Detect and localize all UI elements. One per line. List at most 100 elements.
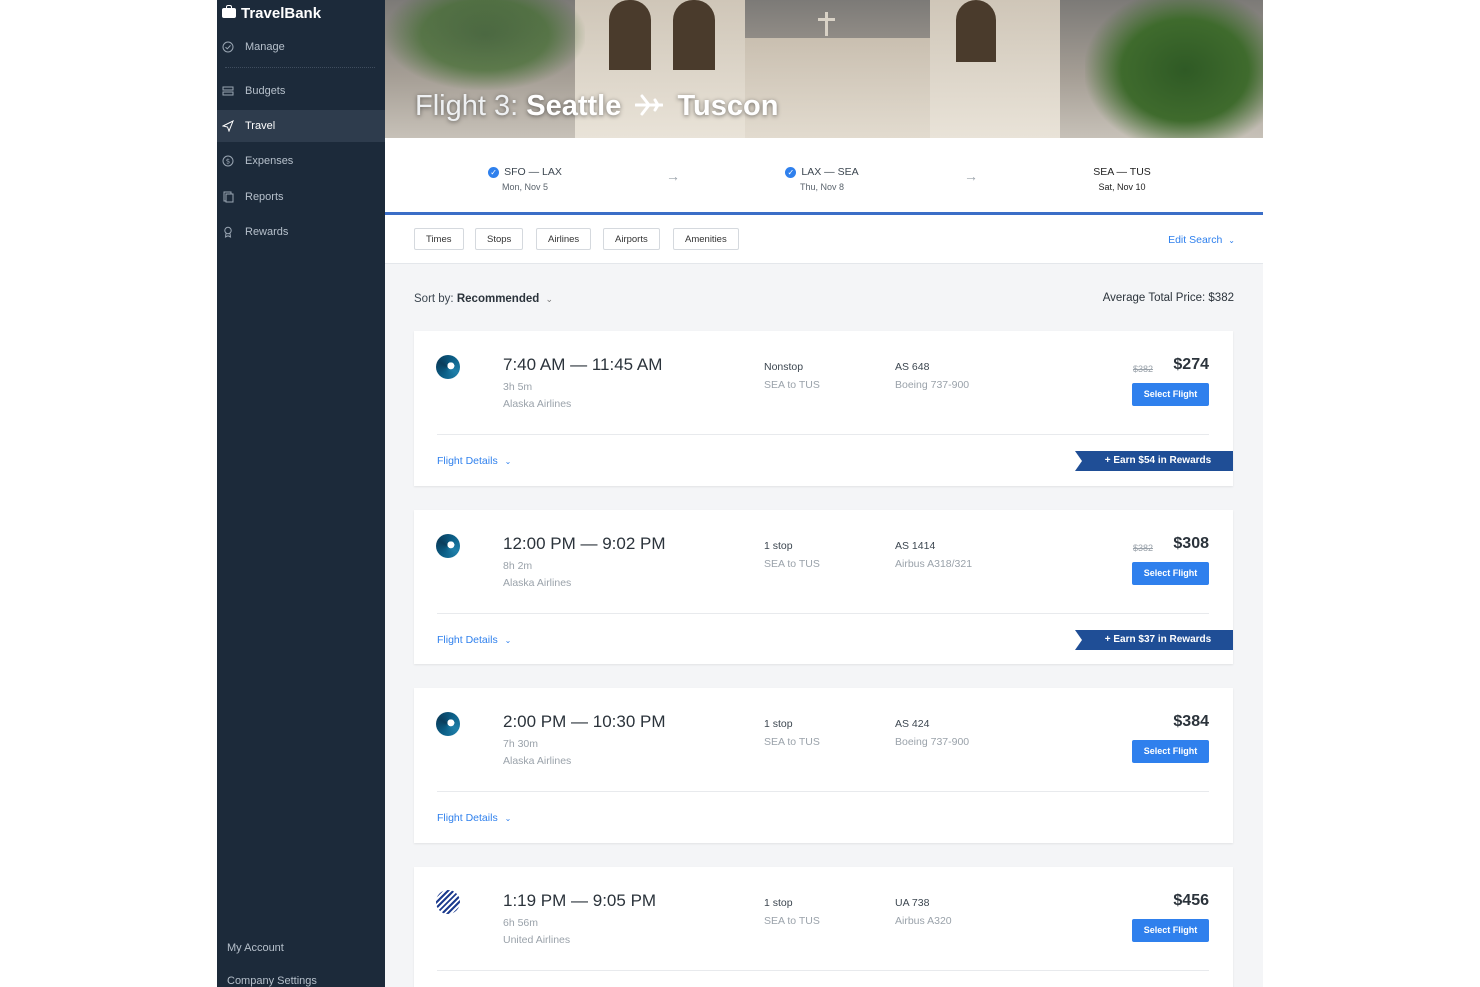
flight-times: 12:00 PM — 9:02 PM (503, 534, 666, 553)
company-settings-link[interactable]: Company Settings (227, 975, 317, 987)
flight-stops: 1 stop (764, 718, 793, 730)
flight-stops: 1 stop (764, 540, 793, 552)
filter-airports-button[interactable]: Airports (603, 228, 660, 250)
card-divider (437, 613, 1209, 614)
flight-number: UA 738 (895, 897, 930, 909)
flight-details-label: Flight Details (437, 812, 498, 824)
sidebar-item-label: Expenses (245, 155, 294, 167)
destination-city: Tuscon (677, 90, 779, 122)
airline-name: Alaska Airlines (503, 577, 572, 589)
sidebar-item-label: Budgets (245, 85, 286, 97)
arrow-right-icon: → (964, 168, 978, 184)
sidebar-item-travel[interactable]: Travel (217, 110, 385, 142)
average-price-label: Average Total Price: (1102, 292, 1206, 304)
flight-times: 1:19 PM — 9:05 PM (503, 891, 657, 910)
flight-prefix: Flight 3: (415, 90, 519, 122)
origin-city: Seattle (526, 90, 622, 122)
average-price: Average Total Price: $382 (1103, 292, 1234, 304)
sidebar-item-expenses[interactable]: $ Expenses (217, 145, 385, 177)
flight-card: 2:00 PM — 10:30 PM 7h 30m Alaska Airline… (414, 688, 1233, 843)
flight-details-label: Flight Details (437, 455, 498, 467)
sidebar-item-reports[interactable]: Reports (217, 181, 385, 213)
flight-details-toggle[interactable]: Flight Details ⌄ (437, 455, 511, 467)
alaska-airlines-logo-icon (436, 355, 460, 379)
ribbon-icon (221, 226, 234, 239)
airline-name: Alaska Airlines (503, 755, 572, 767)
flight-route: SEA to TUS (764, 558, 820, 570)
briefcase-icon (222, 5, 236, 18)
sidebar: TravelBank Manage Budgets Travel $ Expen… (217, 0, 385, 987)
leg-1[interactable]: ✓ SFO — LAX Mon, Nov 5 (450, 166, 600, 192)
flight-card: 7:40 AM — 11:45 AM 3h 5m Alaska Airlines… (414, 331, 1233, 486)
flight-number: AS 648 (895, 361, 930, 373)
select-flight-button[interactable]: Select Flight (1132, 740, 1209, 763)
leg-3[interactable]: SEA — TUS Sat, Nov 10 (1047, 166, 1197, 192)
flight-route: SEA to TUS (764, 379, 820, 391)
aircraft-type: Airbus A320 (895, 915, 952, 927)
edit-search-link[interactable]: Edit Search ⌄ (1168, 234, 1235, 246)
sidebar-item-label: Travel (245, 120, 276, 132)
cross-left (825, 12, 828, 36)
rewards-label: + Earn $54 in Rewards (1104, 455, 1212, 466)
brand-logo[interactable]: TravelBank (217, 0, 385, 26)
aircraft-type: Boeing 737-900 (895, 736, 970, 748)
leg-route: SFO — LAX (504, 166, 562, 178)
leg-date: Sat, Nov 10 (1098, 182, 1146, 192)
dollar-icon: $ (221, 155, 234, 168)
filter-stops-button[interactable]: Stops (475, 228, 524, 250)
leg-route: LAX — SEA (801, 166, 859, 178)
flight-duration: 6h 56m (503, 917, 539, 929)
check-icon: ✓ (785, 166, 797, 178)
cross-right (818, 18, 835, 21)
flight-price: $456 (1173, 892, 1209, 909)
flight-route: SEA to TUS (764, 915, 820, 927)
chevron-down-icon: ⌄ (1228, 236, 1235, 245)
flight-details-toggle[interactable]: Flight Details ⌄ (437, 634, 511, 646)
airline-name: United Airlines (503, 934, 571, 946)
filter-amenities-button[interactable]: Amenities (673, 228, 739, 250)
flight-card: 12:00 PM — 9:02 PM 8h 2m Alaska Airlines… (414, 510, 1233, 664)
leg-2[interactable]: ✓ LAX — SEA Thu, Nov 8 (747, 166, 897, 192)
select-flight-button[interactable]: Select Flight (1132, 383, 1209, 406)
select-flight-button[interactable]: Select Flight (1132, 919, 1209, 942)
flight-details-toggle[interactable]: Flight Details ⌄ (437, 812, 511, 824)
sort-value: Recommended (456, 293, 540, 305)
page-title: Flight 3: Seattle Tuscon (415, 90, 778, 124)
original-price: $382 (1132, 543, 1153, 553)
main-content: Flight 3: Seattle Tuscon ✓ SFO — LAX Mon,… (385, 0, 1263, 987)
flight-stops: Nonstop (764, 361, 804, 373)
card-divider (437, 434, 1209, 435)
filter-times-button[interactable]: Times (414, 228, 464, 250)
flight-price: $308 (1173, 535, 1209, 552)
alaska-airlines-logo-icon (436, 712, 460, 736)
report-icon (221, 191, 234, 204)
flight-times: 7:40 AM — 11:45 AM (503, 355, 663, 374)
sidebar-item-manage[interactable]: Manage (217, 31, 385, 63)
select-flight-button[interactable]: Select Flight (1132, 562, 1209, 585)
flight-price: $274 (1173, 356, 1209, 373)
sidebar-item-rewards[interactable]: Rewards (217, 216, 385, 248)
plane-icon (221, 120, 234, 133)
sort-dropdown[interactable]: Sort by: Recommended ⌄ (414, 293, 553, 305)
card-divider (437, 970, 1209, 971)
chevron-down-icon: ⌄ (504, 636, 512, 645)
sort-label: Sort by: (414, 293, 454, 305)
leg-date: Thu, Nov 8 (799, 182, 845, 192)
flight-duration: 7h 30m (503, 738, 539, 750)
aircraft-type: Boeing 737-900 (895, 379, 970, 391)
sidebar-item-label: Rewards (245, 226, 289, 238)
average-price-value: $382 (1208, 292, 1234, 304)
trip-legs-bar: ✓ SFO — LAX Mon, Nov 5 → ✓ LAX — SEA Thu, … (385, 138, 1263, 215)
my-account-link[interactable]: My Account (227, 942, 284, 954)
airline-name: Alaska Airlines (503, 398, 572, 410)
flight-times: 2:00 PM — 10:30 PM (503, 712, 666, 731)
edit-search-label: Edit Search (1168, 234, 1223, 246)
sidebar-divider (225, 67, 375, 68)
sidebar-item-budgets[interactable]: Budgets (217, 75, 385, 107)
filter-airlines-button[interactable]: Airlines (536, 228, 592, 250)
airplane-icon (634, 91, 664, 124)
flight-duration: 3h 5m (503, 381, 533, 393)
leg-route: SEA — TUS (1093, 166, 1151, 178)
filter-bar: Times Stops Airlines Airports Amenities … (385, 215, 1263, 264)
hero-image-tower-right (930, 0, 1060, 138)
